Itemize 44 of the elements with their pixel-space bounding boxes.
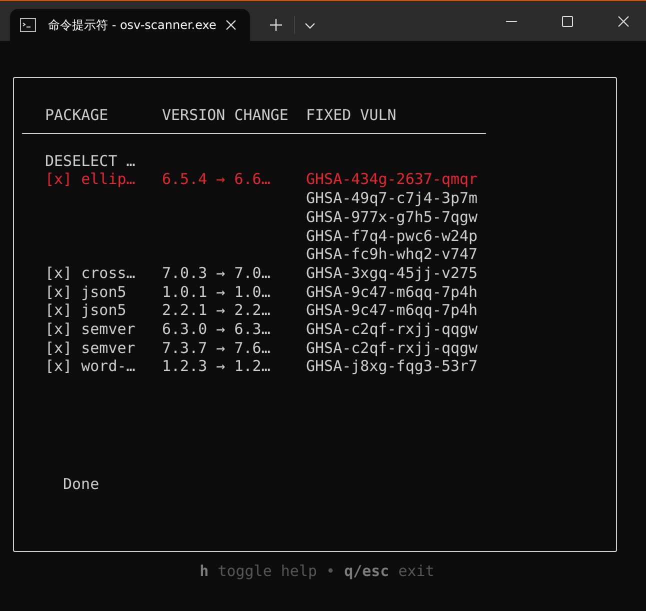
package-cell[interactable]: [x] semver [45, 320, 162, 339]
package-cell[interactable]: [x] cross… [45, 264, 162, 283]
package-cell[interactable]: [x] json5 [45, 301, 162, 320]
package-cell[interactable]: [x] semver [45, 338, 162, 358]
help-description: toggle help [218, 562, 318, 580]
terminal-tab[interactable]: 命令提示符 - osv-scanner.exe [10, 9, 250, 41]
package-cell[interactable]: [x] json5 [45, 282, 162, 302]
deselect-all-option[interactable]: DESELECT … [45, 152, 136, 170]
vuln-id-cell: GHSA-f7q4-pwc6-w24p [306, 226, 478, 246]
help-description: exit [398, 562, 434, 580]
column-header: VERSION CHANGE [162, 106, 290, 125]
version-change-cell-text: 1.2.3 → 1.2… [162, 357, 272, 376]
vuln-id-cell: GHSA-977x-g7h5-7qgw [306, 208, 478, 227]
version-change-cell-text: 2.2.1 → 2.2… [162, 301, 272, 320]
column-header: FIXED VULN [306, 106, 396, 125]
minimize-icon[interactable] [506, 20, 517, 22]
version-change-cell-text: 6.5.4 → 6.6… [162, 170, 272, 190]
add-tab-icon[interactable] [270, 19, 282, 31]
vuln-id-cell: GHSA-c2qf-rxjj-qqgw [306, 338, 478, 358]
version-change-cell-text: 7.0.3 → 7.0… [162, 264, 272, 283]
vuln-id-cell: GHSA-c2qf-rxjj-qqgw [306, 320, 478, 339]
maximize-icon[interactable] [562, 16, 573, 26]
package-cell[interactable]: [x] ellip… [45, 170, 162, 264]
close-icon[interactable] [618, 16, 629, 26]
separator-dot: • [326, 562, 336, 580]
vuln-id-cell: GHSA-434g-2637-qmqr [306, 170, 478, 190]
vuln-id-cell: GHSA-j8xg-fqg3-53r7 [306, 357, 478, 376]
help-key: h [200, 562, 209, 580]
tab-title: 命令提示符 - osv-scanner.exe [48, 16, 218, 34]
vuln-id-cell: GHSA-9c47-m6qq-7p4h [306, 282, 478, 302]
version-change-cell-text: 1.0.1 → 1.0… [162, 282, 272, 302]
version-change-cell-text: 6.3.0 → 6.3… [162, 320, 272, 339]
close-icon[interactable] [226, 20, 236, 30]
version-change-cell-text: 7.3.7 → 7.6… [162, 338, 272, 358]
terminal-icon [20, 18, 36, 32]
vuln-id-cell: GHSA-3xgq-45jj-v275 [306, 264, 478, 283]
help-key: q/esc [344, 562, 390, 580]
status-text: Done [63, 475, 100, 494]
vuln-id-cell: GHSA-49q7-c7j4-3p7m [306, 189, 478, 208]
column-header: PACKAGE [45, 106, 110, 125]
vuln-id-cell: GHSA-9c47-m6qq-7p4h [306, 301, 478, 320]
dropdown-icon[interactable] [305, 23, 315, 29]
package-cell[interactable]: [x] word-… [45, 357, 162, 376]
vuln-id-cell: GHSA-fc9h-whq2-v747 [306, 245, 478, 264]
